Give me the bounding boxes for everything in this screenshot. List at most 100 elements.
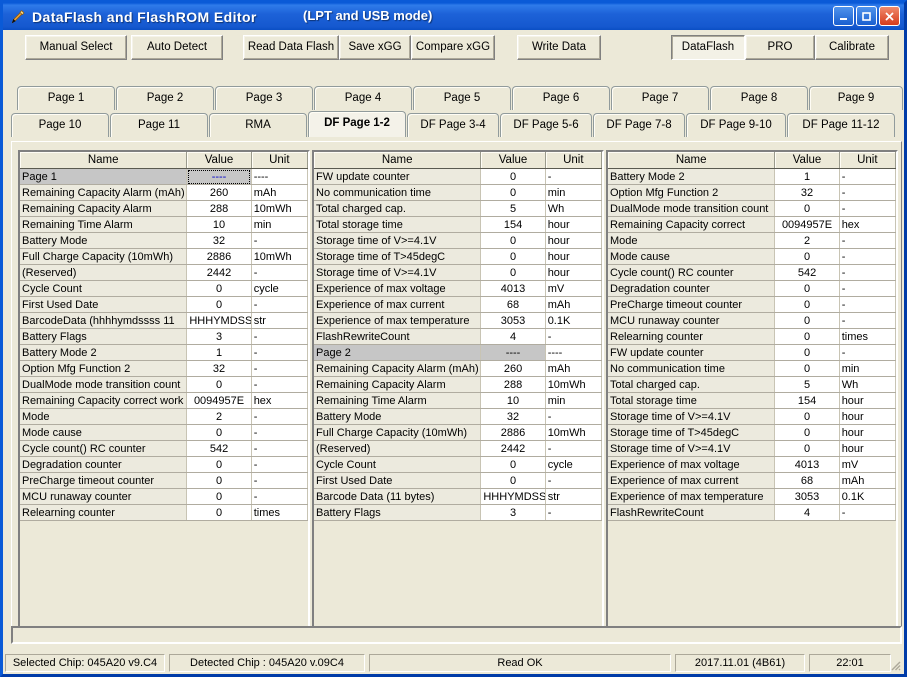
cell-name[interactable]: Relearning counter: [608, 328, 776, 345]
resize-grip-icon[interactable]: [888, 658, 902, 672]
cell-name[interactable]: Storage time of T>45degC: [314, 248, 482, 265]
table-row[interactable]: Remaining Time Alarm 10 min: [20, 216, 308, 233]
cell-value[interactable]: ----: [480, 344, 546, 361]
cell-name[interactable]: Storage time of V>=4.1V: [314, 232, 482, 249]
cell-value[interactable]: 542: [774, 264, 840, 281]
table-row[interactable]: Page 1 ---- ----: [20, 168, 308, 185]
toolbar-button-read-data-flash[interactable]: Read Data Flash: [243, 35, 339, 60]
table-row[interactable]: MCU runaway counter 0-: [608, 312, 896, 329]
cell-name[interactable]: Cycle count() RC counter: [20, 440, 188, 457]
cell-name[interactable]: PreCharge timeout counter: [20, 472, 188, 489]
cell-value[interactable]: 2: [774, 232, 840, 249]
column-header-value[interactable]: Value: [480, 152, 546, 169]
cell-value[interactable]: 0: [774, 344, 840, 361]
table-row[interactable]: Remaining Capacity correct work 0094957E h…: [20, 392, 308, 409]
toolbar-button-calibrate[interactable]: Calibrate: [815, 35, 889, 60]
cell-value[interactable]: 3: [480, 504, 546, 521]
cell-value[interactable]: 288: [480, 376, 546, 393]
cell-name[interactable]: Option Mfg Function 2: [608, 184, 776, 201]
table-row[interactable]: Battery Flags 3-: [314, 504, 602, 521]
cell-value[interactable]: 0: [186, 296, 252, 313]
table-row[interactable]: Page 2 ---- ----: [314, 344, 602, 361]
table-row[interactable]: Remaining Capacity Alarm (mAh) 260 mAh: [20, 184, 308, 201]
cell-value[interactable]: 3053: [480, 312, 546, 329]
tab-page-2[interactable]: Page 2: [116, 86, 214, 110]
table-row[interactable]: Full Charge Capacity (10mWh) 2886 10mWh: [314, 424, 602, 441]
cell-value[interactable]: 10: [480, 392, 546, 409]
table-row[interactable]: Storage time of V>=4.1V 0 hour: [608, 440, 896, 457]
cell-value[interactable]: 32: [774, 184, 840, 201]
cell-name[interactable]: Storage time of V>=4.1V: [608, 440, 776, 457]
cell-value[interactable]: 4013: [480, 280, 546, 297]
cell-name[interactable]: Full Charge Capacity (10mWh): [20, 248, 188, 265]
cell-value[interactable]: 0: [774, 248, 840, 265]
table-row[interactable]: Total storage time 154 hour: [608, 392, 896, 409]
cell-value[interactable]: 0: [186, 376, 252, 393]
cell-name[interactable]: Barcode Data (11 bytes): [314, 488, 482, 505]
cell-value[interactable]: 2886: [480, 424, 546, 441]
table-row[interactable]: Remaining Capacity correct 0094957E hex: [608, 216, 896, 233]
cell-value[interactable]: 0: [186, 456, 252, 473]
cell-value[interactable]: HHHYMDSSS: [186, 312, 252, 329]
cell-value[interactable]: 0: [774, 424, 840, 441]
cell-value[interactable]: 4: [480, 328, 546, 345]
table-row[interactable]: No communication time 0 min: [314, 184, 602, 201]
table-row[interactable]: Storage time of V>=4.1V 0 hour: [314, 232, 602, 249]
cell-name[interactable]: PreCharge timeout counter: [608, 296, 776, 313]
cell-name[interactable]: FW update counter: [314, 168, 482, 185]
cell-name[interactable]: Storage time of V>=4.1V: [608, 408, 776, 425]
cell-name[interactable]: Storage time of T>45degC: [608, 424, 776, 441]
tab-page-6[interactable]: Page 6: [512, 86, 610, 110]
table-row[interactable]: FlashRewriteCount 4-: [608, 504, 896, 521]
cell-name[interactable]: BarcodeData (hhhhymdssss 11: [20, 312, 188, 329]
table-row[interactable]: Mode cause 0-: [20, 424, 308, 441]
table-row[interactable]: DualMode mode transition count 0-: [608, 200, 896, 217]
tab-df-page-1-2[interactable]: DF Page 1-2: [308, 111, 406, 137]
cell-name[interactable]: Battery Mode 2: [20, 344, 188, 361]
table-row[interactable]: PreCharge timeout counter 0-: [20, 472, 308, 489]
cell-value[interactable]: 0: [774, 360, 840, 377]
table-row[interactable]: Total storage time 154 hour: [314, 216, 602, 233]
cell-value[interactable]: 0: [480, 184, 546, 201]
table-row[interactable]: Mode 2-: [20, 408, 308, 425]
cell-value[interactable]: 0: [774, 296, 840, 313]
cell-name[interactable]: Total storage time: [314, 216, 482, 233]
table-row[interactable]: Experience of max current 68 mAh: [608, 472, 896, 489]
toolbar-button-compare-xgg[interactable]: Compare xGG: [411, 35, 495, 60]
cell-name[interactable]: FW update counter: [608, 344, 776, 361]
cell-value[interactable]: 10: [186, 216, 252, 233]
table-row[interactable]: PreCharge timeout counter 0-: [608, 296, 896, 313]
table-row[interactable]: Experience of max voltage 4013 mV: [314, 280, 602, 297]
cell-value[interactable]: 0: [186, 504, 252, 521]
table-row[interactable]: No communication time 0 min: [608, 360, 896, 377]
table-row[interactable]: (Reserved) 2442-: [20, 264, 308, 281]
table-row[interactable]: Experience of max voltage 4013 mV: [608, 456, 896, 473]
cell-name[interactable]: Option Mfg Function 2: [20, 360, 188, 377]
cell-name[interactable]: Mode: [20, 408, 188, 425]
cell-value[interactable]: 0: [774, 312, 840, 329]
cell-name[interactable]: Battery Flags: [314, 504, 482, 521]
toolbar-button-auto-detect[interactable]: Auto Detect: [131, 35, 223, 60]
table-row[interactable]: Option Mfg Function 2 32-: [608, 184, 896, 201]
cell-name[interactable]: Experience of max current: [608, 472, 776, 489]
tab-page-5[interactable]: Page 5: [413, 86, 511, 110]
cell-value[interactable]: 0: [186, 472, 252, 489]
cell-value[interactable]: 2442: [186, 264, 252, 281]
cell-name[interactable]: (Reserved): [20, 264, 188, 281]
cell-name[interactable]: First Used Date: [314, 472, 482, 489]
toolbar-button-write-data[interactable]: Write Data: [517, 35, 601, 60]
table-row[interactable]: Full Charge Capacity (10mWh) 2886 10mWh: [20, 248, 308, 265]
table-row[interactable]: Storage time of T>45degC 0 hour: [314, 248, 602, 265]
cell-value[interactable]: 1: [774, 168, 840, 185]
cell-value[interactable]: 0: [186, 424, 252, 441]
table-row[interactable]: Cycle count() RC counter 542-: [608, 264, 896, 281]
cell-name[interactable]: Degradation counter: [608, 280, 776, 297]
cell-value[interactable]: 0: [480, 456, 546, 473]
cell-value[interactable]: 260: [480, 360, 546, 377]
cell-value[interactable]: HHHYMDSSS: [480, 488, 546, 505]
cell-value-selected[interactable]: ----: [186, 168, 252, 185]
cell-name[interactable]: Remaining Capacity Alarm (mAh): [20, 184, 188, 201]
cell-name[interactable]: FlashRewriteCount: [608, 504, 776, 521]
cell-name[interactable]: DualMode mode transition count: [608, 200, 776, 217]
close-button[interactable]: [879, 6, 900, 26]
